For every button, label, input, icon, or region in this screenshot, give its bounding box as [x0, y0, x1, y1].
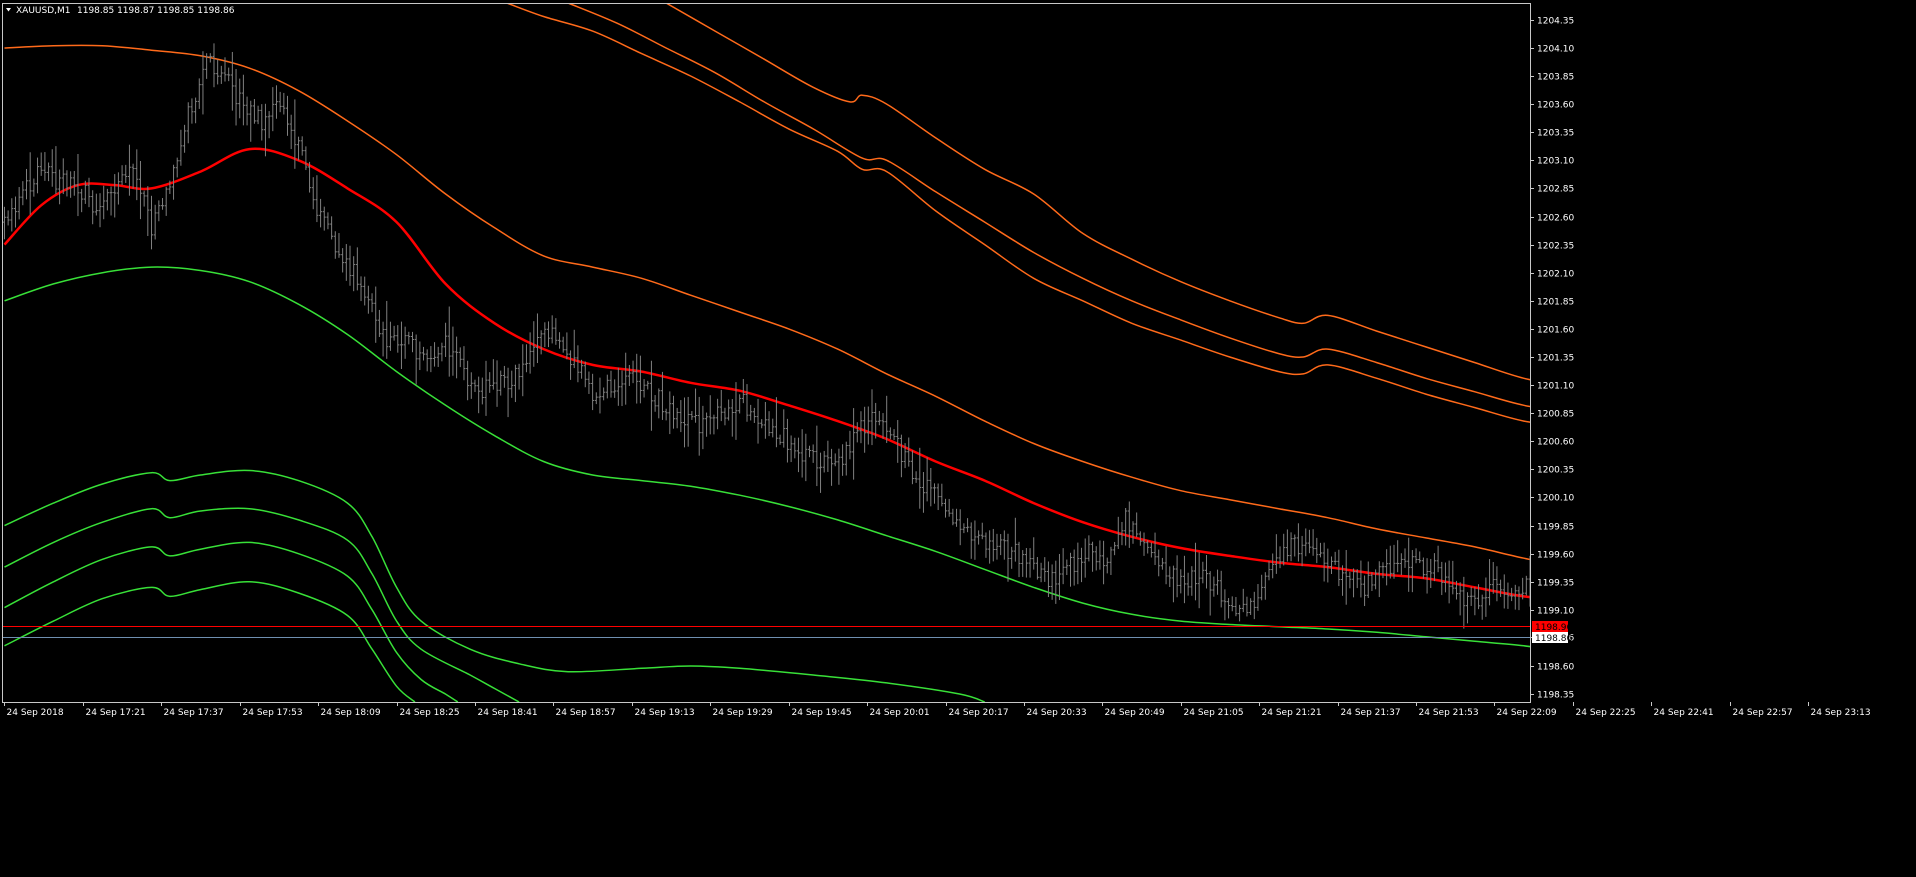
y-tick-label: 1203.35	[1537, 129, 1574, 139]
x-tick-label: 24 Sep 19:29	[713, 708, 773, 718]
quote-label: 1198.85 1198.87 1198.85 1198.86	[77, 6, 235, 16]
y-tick-label: 1203.10	[1537, 157, 1574, 167]
x-tick-label: 24 Sep 22:09	[1497, 708, 1557, 718]
bid-price-badge: 1198.86	[1532, 632, 1572, 644]
chart-header: XAUUSD,M1 1198.85 1198.87 1198.85 1198.8…	[6, 6, 235, 16]
y-tick-label: 1199.60	[1537, 551, 1574, 561]
y-tick-label: 1201.35	[1537, 354, 1574, 364]
x-tick-label: 24 Sep 18:41	[478, 708, 538, 718]
x-tick-label: 24 Sep 20:33	[1027, 708, 1087, 718]
y-tick-label: 1200.60	[1537, 438, 1574, 448]
y-tick-label: 1199.35	[1537, 579, 1574, 589]
y-tick-label: 1202.35	[1537, 242, 1574, 252]
y-tick-label: 1198.35	[1537, 691, 1574, 701]
x-tick-label: 24 Sep 22:25	[1576, 708, 1636, 718]
x-tick-label: 24 Sep 21:37	[1341, 708, 1401, 718]
y-tick-label: 1200.35	[1537, 466, 1574, 476]
y-tick-label: 1201.10	[1537, 382, 1574, 392]
x-tick-label: 24 Sep 18:25	[400, 708, 460, 718]
x-tick-label: 24 Sep 19:45	[792, 708, 852, 718]
y-tick-label: 1204.35	[1537, 17, 1574, 27]
y-tick-label: 1200.85	[1537, 410, 1574, 420]
price-badge-label: 1198.86	[1535, 634, 1572, 644]
y-tick-label: 1201.60	[1537, 326, 1574, 336]
y-tick-label: 1201.85	[1537, 298, 1574, 308]
x-tick-label: 24 Sep 19:13	[635, 708, 695, 718]
chart-window[interactable]: 1204.35 1204.10 1203.85 1203.60 1203.35 1203.…	[0, 0, 1916, 877]
x-tick-label: 24 Sep 22:41	[1654, 708, 1714, 718]
y-tick-label: 1202.85	[1537, 185, 1574, 195]
y-tick-label: 1198.60	[1537, 663, 1574, 673]
x-tick-label: 24 Sep 21:05	[1184, 708, 1244, 718]
price-badge-label: 1198.96	[1535, 623, 1572, 633]
x-tick-label: 24 Sep 20:49	[1105, 708, 1165, 718]
y-tick-label: 1203.85	[1537, 73, 1574, 83]
y-tick-label: 1202.10	[1537, 270, 1574, 280]
x-tick-label: 24 Sep 18:09	[321, 708, 381, 718]
x-tick-label: 24 Sep 18:57	[556, 708, 616, 718]
ask-price-badge: 1198.96	[1532, 621, 1572, 633]
x-tick-label: 24 Sep 21:53	[1419, 708, 1479, 718]
x-tick-label: 24 Sep 23:13	[1811, 708, 1871, 718]
y-tick-label: 1202.60	[1537, 214, 1574, 224]
x-tick-label: 24 Sep 17:21	[86, 708, 146, 718]
y-tick-label: 1204.10	[1537, 45, 1574, 55]
symbol-label: XAUUSD,M1	[16, 6, 71, 16]
y-tick-label: 1203.60	[1537, 101, 1574, 111]
x-tick-label: 24 Sep 20:01	[870, 708, 930, 718]
x-tick-label: 24 Sep 22:57	[1733, 708, 1793, 718]
y-tick-label: 1199.85	[1537, 523, 1574, 533]
x-tick-label: 24 Sep 17:37	[164, 708, 224, 718]
y-tick-label: 1200.10	[1537, 494, 1574, 504]
price-chart[interactable]: 1204.35 1204.10 1203.85 1203.60 1203.35 1203.…	[0, 0, 1916, 877]
y-tick-label: 1199.10	[1537, 607, 1574, 617]
x-tick-label: 24 Sep 17:53	[243, 708, 303, 718]
x-tick-label: 24 Sep 20:17	[949, 708, 1009, 718]
x-tick-label: 24 Sep 2018	[7, 708, 64, 718]
x-tick-label: 24 Sep 21:21	[1262, 708, 1322, 718]
